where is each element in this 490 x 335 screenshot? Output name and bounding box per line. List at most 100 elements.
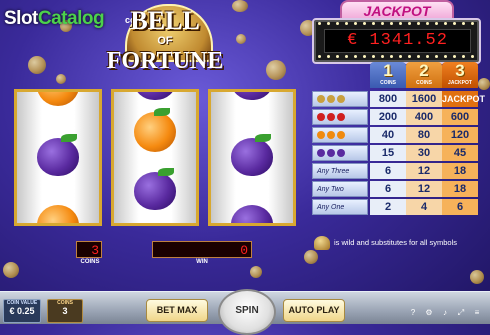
bulb-light (336, 55, 339, 58)
paytable-row: Any Two 6 12 18 (312, 181, 478, 198)
payout-value: 4 (406, 199, 442, 215)
paytable-header-2: 2 COINS (406, 62, 442, 88)
coin-decoration (470, 270, 484, 284)
payout-value: 45 (442, 145, 478, 161)
bulb-light (363, 55, 366, 58)
coin-decoration (478, 78, 490, 90)
paytable-header-caption: COINS (416, 80, 432, 86)
coin-value: € 0.25 (9, 306, 35, 316)
payout-value: 12 (406, 181, 442, 197)
orange-symbol (134, 112, 176, 152)
paytable-row: Any One 2 4 6 (312, 199, 478, 216)
payout-value: 800 (370, 91, 406, 107)
slotcatalog-watermark: SlotCatalog (4, 8, 105, 30)
payout-value: 12 (406, 163, 442, 179)
bulb-light (462, 55, 465, 58)
paytable-header-3: 3 JACKPOT (442, 62, 478, 88)
jackpot-display: € 1341.52 (312, 18, 481, 64)
coins-counter-label: COINS (80, 259, 100, 265)
bulb-light (327, 22, 330, 25)
bulb-light (354, 55, 357, 58)
plum-symbol (134, 92, 176, 100)
coin-decoration (236, 34, 246, 44)
bulb-light (426, 22, 429, 25)
payout-value: 6 (442, 199, 478, 215)
reel-3 (208, 89, 296, 226)
coins-selector[interactable]: COINS 3 (47, 299, 83, 323)
plum-symbol (37, 138, 79, 176)
paytable-row: 800 1600 JACKPOT (312, 91, 485, 108)
bulb-light (408, 22, 411, 25)
paytable-row: 15 30 45 (312, 145, 478, 162)
bulb-light (318, 22, 321, 25)
bulb-light (471, 55, 474, 58)
payout-value: 18 (442, 163, 478, 179)
orange-symbol (37, 205, 79, 223)
bulb-light (399, 22, 402, 25)
bulb-light (345, 55, 348, 58)
coin-decoration (56, 74, 66, 84)
bulb-light (435, 55, 438, 58)
logo-title-fortune: FORTUNE (106, 48, 224, 74)
bulb-light (471, 22, 474, 25)
bulb-light (336, 22, 339, 25)
bet-max-button[interactable]: BET MAX (146, 299, 208, 322)
coins-counter: 3 (76, 241, 102, 258)
paytable-header-caption: JACKPOT (448, 80, 472, 86)
logo-title-bell: BELL (130, 6, 200, 35)
payout-value: 6 (370, 163, 406, 179)
bulb-light (426, 55, 429, 58)
payout-value: 6 (370, 181, 406, 197)
coin-value-selector[interactable]: COIN VALUE € 0.25 (3, 299, 41, 323)
logo-title-of: OF (157, 35, 173, 47)
win-counter-label: WIN (196, 259, 208, 265)
bulb-light (327, 55, 330, 58)
wild-symbol-note: is wild and substitutes for all symbols (314, 236, 484, 250)
orange-combo-icon (312, 127, 368, 143)
coin-decoration (28, 56, 46, 74)
menu-icon[interactable]: ≡ (472, 308, 482, 318)
payout-value: 2 (370, 199, 406, 215)
payout-value: 600 (442, 109, 478, 125)
plum-symbol (231, 205, 273, 223)
game-logo: com BELL OF FORTUNE (95, 4, 235, 78)
reel-2 (111, 89, 199, 226)
paytable: 1 COINS 2 COINS 3 JACKPOT 800 1600 JACKP… (312, 62, 485, 228)
wild-note-text: is wild and substitutes for all symbols (334, 237, 457, 247)
coins-selector-value: 3 (62, 306, 68, 316)
paytable-header-caption: COINS (380, 80, 396, 86)
bulb-light (399, 55, 402, 58)
auto-play-button[interactable]: AUTO PLAY (283, 299, 345, 322)
plum-symbol (231, 92, 273, 100)
any-two-label: Any Two (312, 181, 368, 197)
paytable-row: 200 400 600 (312, 109, 478, 126)
jackpot-value: € 1341.52 (324, 29, 471, 53)
bulb-light (417, 55, 420, 58)
bulb-light (345, 22, 348, 25)
orange-symbol (37, 92, 79, 106)
spin-button[interactable]: SPIN (218, 289, 276, 335)
settings-icon[interactable]: ⚙ (424, 308, 434, 318)
plum-symbol (134, 172, 176, 210)
payout-value: 18 (442, 181, 478, 197)
bulb-light (417, 22, 420, 25)
plum-symbol (231, 138, 273, 176)
leaf-icon (255, 134, 271, 142)
coin-decoration (266, 60, 286, 80)
win-counter: 0 (152, 241, 252, 258)
help-icon[interactable]: ? (408, 308, 418, 318)
paytable-row: 40 80 120 (312, 127, 478, 144)
bulb-light (453, 22, 456, 25)
bulb-light (363, 22, 366, 25)
any-three-label: Any Three (312, 163, 368, 179)
bulb-light (462, 22, 465, 25)
sound-icon[interactable]: ♪ (440, 308, 450, 318)
fullscreen-icon[interactable]: ⤢ (456, 308, 466, 318)
paytable-header-number: 3 (455, 61, 465, 80)
brand-prefix: Slot (4, 8, 38, 29)
payout-value: 15 (370, 145, 406, 161)
bulb-light (435, 22, 438, 25)
bulb-light (381, 22, 384, 25)
payout-value: 40 (370, 127, 406, 143)
cherry-combo-icon (312, 109, 368, 125)
